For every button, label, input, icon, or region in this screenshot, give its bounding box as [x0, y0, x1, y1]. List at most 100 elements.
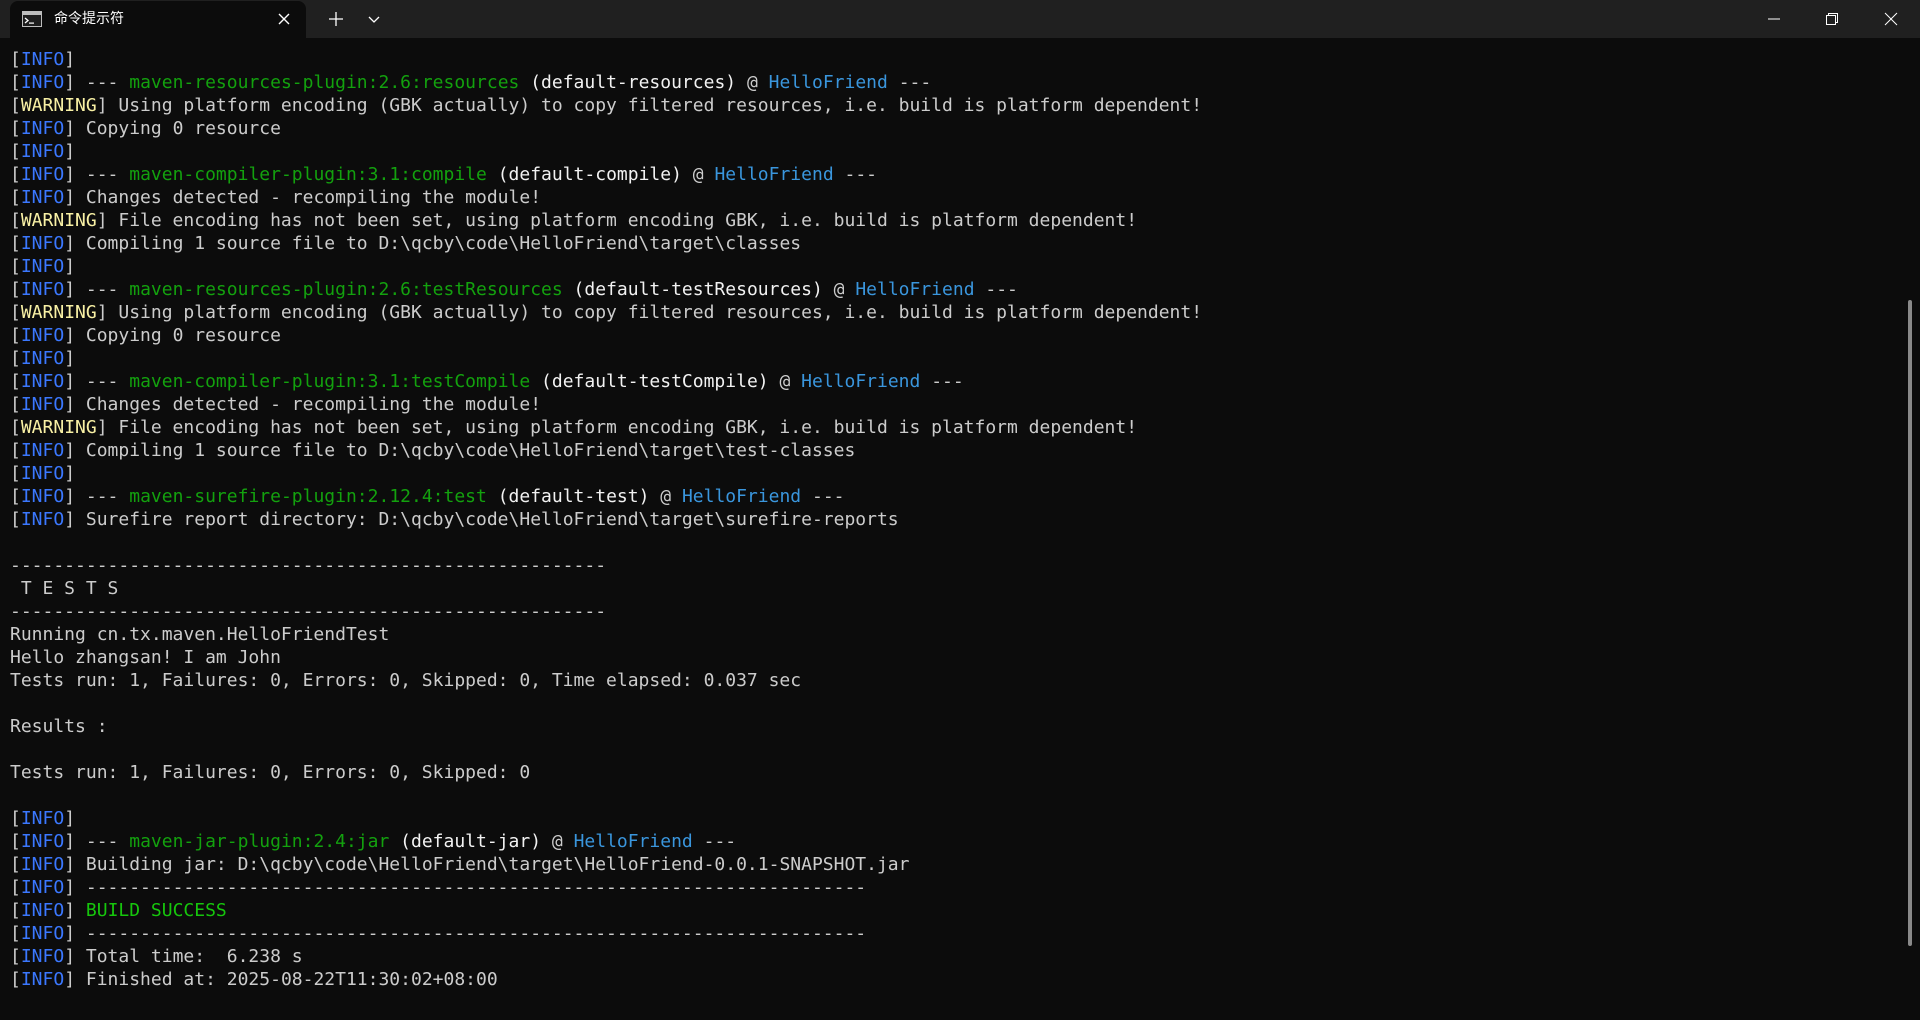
- console-text-segment: ]: [64, 808, 76, 829]
- console-line: [WARNING] Using platform encoding (GBK a…: [10, 301, 1900, 324]
- console-text-segment: ] Using platform encoding (GBK actually)…: [96, 302, 1203, 323]
- console-text-segment: ] Finished at: 2025-08-22T11:30:02+08:00: [64, 969, 498, 990]
- console-text-segment: HelloFriend: [801, 371, 921, 392]
- console-text-segment: @: [822, 279, 856, 300]
- terminal-window: 命令提示符 [INFO] [INFO] --- maven-resources-…: [0, 0, 1920, 1020]
- console-text-segment: (default-jar): [389, 831, 542, 852]
- plus-icon[interactable]: [322, 8, 350, 30]
- console-line: [INFO] Compiling 1 source file to D:\qcb…: [10, 232, 1900, 255]
- console-text-segment: INFO: [20, 118, 65, 139]
- tab-command-prompt[interactable]: 命令提示符: [10, 1, 306, 38]
- console-text-segment: INFO: [20, 509, 65, 530]
- console-text-segment: maven-compiler-plugin:3.1:testCompile: [129, 371, 531, 392]
- console-text-segment: ]: [64, 463, 76, 484]
- console-text-segment: ] ---: [64, 486, 130, 507]
- console-text-segment: [: [10, 164, 21, 185]
- console-output[interactable]: [INFO] [INFO] --- maven-resources-plugin:…: [10, 48, 1900, 991]
- minimize-icon[interactable]: [1745, 0, 1803, 38]
- console-text-segment: maven-surefire-plugin:2.12.4:test: [129, 486, 487, 507]
- console-line: [INFO] ---------------------------------…: [10, 876, 1900, 899]
- console-text-segment: [: [10, 233, 21, 254]
- console-text-segment: [: [10, 118, 21, 139]
- console-text-segment: @: [768, 371, 802, 392]
- console-text-segment: [: [10, 325, 21, 346]
- console-text-segment: INFO: [20, 187, 65, 208]
- console-line: [INFO] Copying 0 resource: [10, 117, 1900, 140]
- console-text-segment: ]: [64, 49, 76, 70]
- console-text-segment: INFO: [20, 808, 65, 829]
- console-text-segment: ] ---: [64, 371, 130, 392]
- console-text-segment: ]: [64, 141, 76, 162]
- console-text-segment: INFO: [20, 946, 65, 967]
- console-text-segment: @: [649, 486, 682, 507]
- console-text-segment: [: [10, 900, 21, 921]
- console-line: [INFO]: [10, 255, 1900, 278]
- console-text-segment: HelloFriend: [714, 164, 834, 185]
- close-icon[interactable]: [1862, 0, 1920, 38]
- console-line: Tests run: 1, Failures: 0, Errors: 0, Sk…: [10, 669, 1900, 692]
- console-text-segment: ---: [887, 72, 932, 93]
- console-text-segment: (default-compile): [486, 164, 682, 185]
- console-line: [INFO] Changes detected - recompiling th…: [10, 393, 1900, 416]
- console-line: [WARNING] File encoding has not been set…: [10, 209, 1900, 232]
- console-text-segment: INFO: [20, 72, 65, 93]
- console-text-segment: WARNING: [20, 302, 97, 323]
- console-text-segment: HelloFriend: [855, 279, 975, 300]
- console-text-segment: [: [10, 509, 21, 530]
- console-line: T E S T S: [10, 577, 1900, 600]
- console-text-segment: (default-test): [486, 486, 650, 507]
- console-text-segment: (default-resources): [519, 72, 737, 93]
- console-text-segment: @: [681, 164, 715, 185]
- console-text-segment: ]: [64, 256, 76, 277]
- console-line: [INFO] Compiling 1 source file to D:\qcb…: [10, 439, 1900, 462]
- console-text-segment: ---: [974, 279, 1018, 300]
- console-text-segment: ] Using platform encoding (GBK actually)…: [96, 95, 1203, 116]
- console-text-segment: [: [10, 256, 21, 277]
- console-line: Tests run: 1, Failures: 0, Errors: 0, Sk…: [10, 761, 1900, 784]
- console-text-segment: [: [10, 302, 21, 323]
- console-text-segment: [: [10, 440, 21, 461]
- console-line: [INFO] ---------------------------------…: [10, 922, 1900, 945]
- console-text-segment: ] Changes detected - recompiling the mod…: [64, 187, 542, 208]
- console-text-segment: maven-resources-plugin:2.6:testResources: [129, 279, 563, 300]
- console-text-segment: ---: [692, 831, 737, 852]
- console-line: [INFO] Changes detected - recompiling th…: [10, 186, 1900, 209]
- console-line: [INFO] Building jar: D:\qcby\code\HelloF…: [10, 853, 1900, 876]
- console-text-segment: INFO: [20, 371, 65, 392]
- console-text-segment: ] Compiling 1 source file to D:\qcby\cod…: [64, 233, 802, 254]
- console-text-segment: ] ---: [64, 72, 130, 93]
- console-text-segment: INFO: [20, 233, 65, 254]
- console-text-segment: ---: [920, 371, 964, 392]
- console-line: [INFO] BUILD SUCCESS: [10, 899, 1900, 922]
- console-line: [INFO]: [10, 807, 1900, 830]
- console-text-segment: T E S T S: [10, 578, 119, 599]
- console-line: [INFO]: [10, 462, 1900, 485]
- console-text-segment: ] ---: [64, 279, 130, 300]
- console-text-segment: ----------------------------------------…: [10, 601, 607, 622]
- console-text-segment: [: [10, 923, 21, 944]
- chevron-down-icon[interactable]: [362, 8, 386, 30]
- console-text-segment: ] Surefire report directory: D:\qcby\cod…: [64, 509, 899, 530]
- console-text-segment: INFO: [20, 969, 65, 990]
- console-text-segment: ] Copying 0 resource: [64, 325, 281, 346]
- console-text-segment: [: [10, 463, 21, 484]
- console-text-segment: ] File encoding has not been set, using …: [96, 210, 1138, 231]
- console-text-segment: INFO: [20, 854, 65, 875]
- maximize-icon[interactable]: [1803, 0, 1861, 38]
- scrollbar-thumb[interactable]: [1908, 300, 1912, 946]
- console-line: [INFO]: [10, 140, 1900, 163]
- close-tab-icon[interactable]: [274, 9, 294, 29]
- console-text-segment: [: [10, 210, 21, 231]
- console-line: [INFO] --- maven-compiler-plugin:3.1:tes…: [10, 370, 1900, 393]
- console-text-segment: INFO: [20, 325, 65, 346]
- console-line: [INFO] --- maven-resources-plugin:2.6:re…: [10, 71, 1900, 94]
- console-text-segment: [: [10, 486, 21, 507]
- console-text-segment: ] ---: [64, 831, 130, 852]
- console-text-segment: Results :: [10, 716, 108, 737]
- console-text-segment: ] Changes detected - recompiling the mod…: [64, 394, 542, 415]
- console-text-segment: [: [10, 49, 21, 70]
- console-line: [INFO] --- maven-resources-plugin:2.6:te…: [10, 278, 1900, 301]
- console-line: Results :: [10, 715, 1900, 738]
